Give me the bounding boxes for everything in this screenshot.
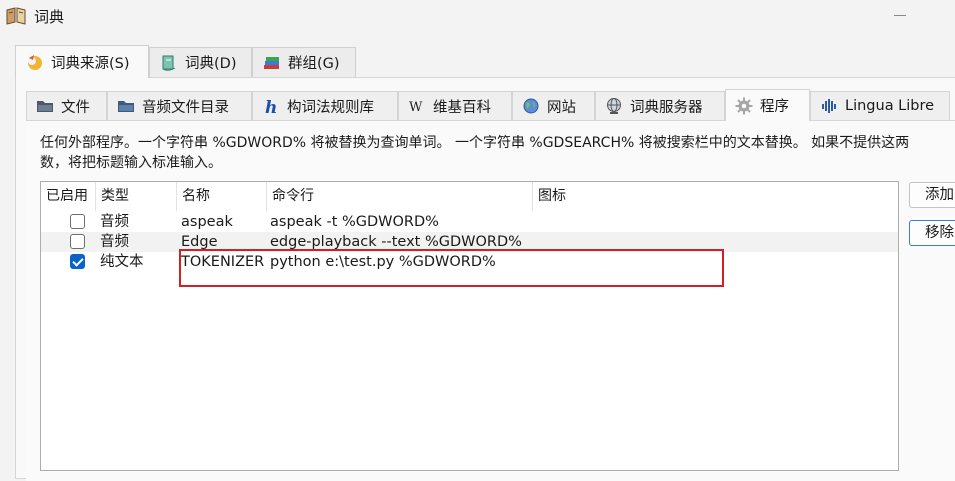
row-name: aspeak: [181, 214, 233, 230]
hunspell-h-icon: h: [265, 98, 277, 115]
row-enabled-checkbox[interactable]: [70, 254, 85, 269]
column-header-command[interactable]: 命令行: [267, 182, 533, 211]
table-row[interactable]: 音频 aspeak aspeak -t %GDWORD%: [41, 212, 898, 232]
tab-programs[interactable]: 程序: [725, 89, 810, 121]
server-globe-icon: [607, 98, 621, 114]
row-enabled-checkbox[interactable]: [70, 214, 85, 229]
tab-dictionaries-label: 词典(D): [185, 56, 237, 72]
svg-text:W: W: [409, 100, 423, 115]
description-line-2: 数，将把标题输入标准输入。: [40, 155, 222, 171]
column-header-name[interactable]: 名称: [177, 182, 267, 211]
programs-description: 任何外部程序。一个字符串 %GDWORD% 将被替换为查询单词。 一个字符串 %…: [40, 133, 955, 173]
tab-sources[interactable]: 词典来源(S): [15, 45, 149, 78]
lingua-libre-icon: [822, 99, 836, 113]
column-header-icon[interactable]: 图标: [533, 182, 898, 211]
tab-hunspell-label: 构词法规则库: [287, 99, 374, 116]
add-button[interactable]: 添加: [909, 182, 955, 208]
tab-hunspell[interactable]: h 构词法规则库: [252, 91, 398, 120]
row-type: 音频: [100, 234, 129, 250]
tab-audio-folders-label: 音频文件目录: [142, 99, 229, 116]
tab-wikipedia[interactable]: W 维基百科: [398, 91, 512, 120]
description-line-1: 任何外部程序。一个字符串 %GDWORD% 将被替换为查询单词。 一个字符串 %…: [40, 135, 910, 151]
tab-audio-folders[interactable]: 音频文件目录: [107, 91, 252, 120]
table-header: 已启用 类型 名称 命令行 图标: [41, 182, 898, 211]
remove-button[interactable]: 移除: [909, 220, 955, 246]
row-enabled-checkbox[interactable]: [70, 234, 85, 249]
tab-sources-label: 词典来源(S): [51, 55, 130, 72]
row-type: 音频: [100, 214, 129, 230]
tab-wikipedia-label: 维基百科: [433, 99, 491, 116]
tab-groups-label: 群组(G): [288, 56, 340, 72]
minimize-button[interactable]: [894, 15, 906, 16]
programs-table[interactable]: 已启用 类型 名称 命令行 图标 音频 aspeak aspeak -t %GD…: [40, 181, 899, 471]
column-header-type[interactable]: 类型: [96, 182, 177, 211]
tab-websites[interactable]: 网站: [512, 91, 595, 120]
svg-text:h: h: [265, 98, 277, 115]
tab-programs-label: 程序: [760, 99, 789, 115]
tab-files[interactable]: 文件: [26, 91, 107, 120]
sources-icon: [28, 55, 42, 70]
annotation-highlight-box: [179, 249, 724, 287]
tab-lingua-libre-label: Lingua Libre: [845, 98, 935, 114]
wikipedia-w-icon: W: [409, 100, 423, 115]
dictionary-book-icon: [162, 55, 176, 71]
window-title: 词典: [34, 8, 65, 26]
globe-icon: [523, 98, 539, 114]
row-command: aspeak -t %GDWORD%: [270, 214, 439, 230]
gear-icon: [735, 97, 753, 114]
tab-dict-servers[interactable]: 词典服务器: [595, 91, 725, 120]
tab-groups[interactable]: 群组(G): [252, 47, 356, 77]
tab-files-label: 文件: [61, 99, 90, 116]
folder-icon: [37, 101, 53, 112]
row-type: 纯文本: [100, 254, 144, 270]
tab-dict-servers-label: 词典服务器: [630, 99, 703, 116]
title-bar: 词典: [0, 0, 955, 32]
column-header-enabled[interactable]: 已启用: [41, 182, 96, 211]
tab-websites-label: 网站: [547, 99, 576, 116]
tab-lingua-libre[interactable]: Lingua Libre: [810, 91, 950, 120]
app-book-icon: [6, 7, 26, 25]
audio-folder-icon: [118, 101, 134, 112]
books-stack-icon: [264, 56, 279, 69]
tab-dictionaries[interactable]: 词典(D): [149, 47, 252, 77]
